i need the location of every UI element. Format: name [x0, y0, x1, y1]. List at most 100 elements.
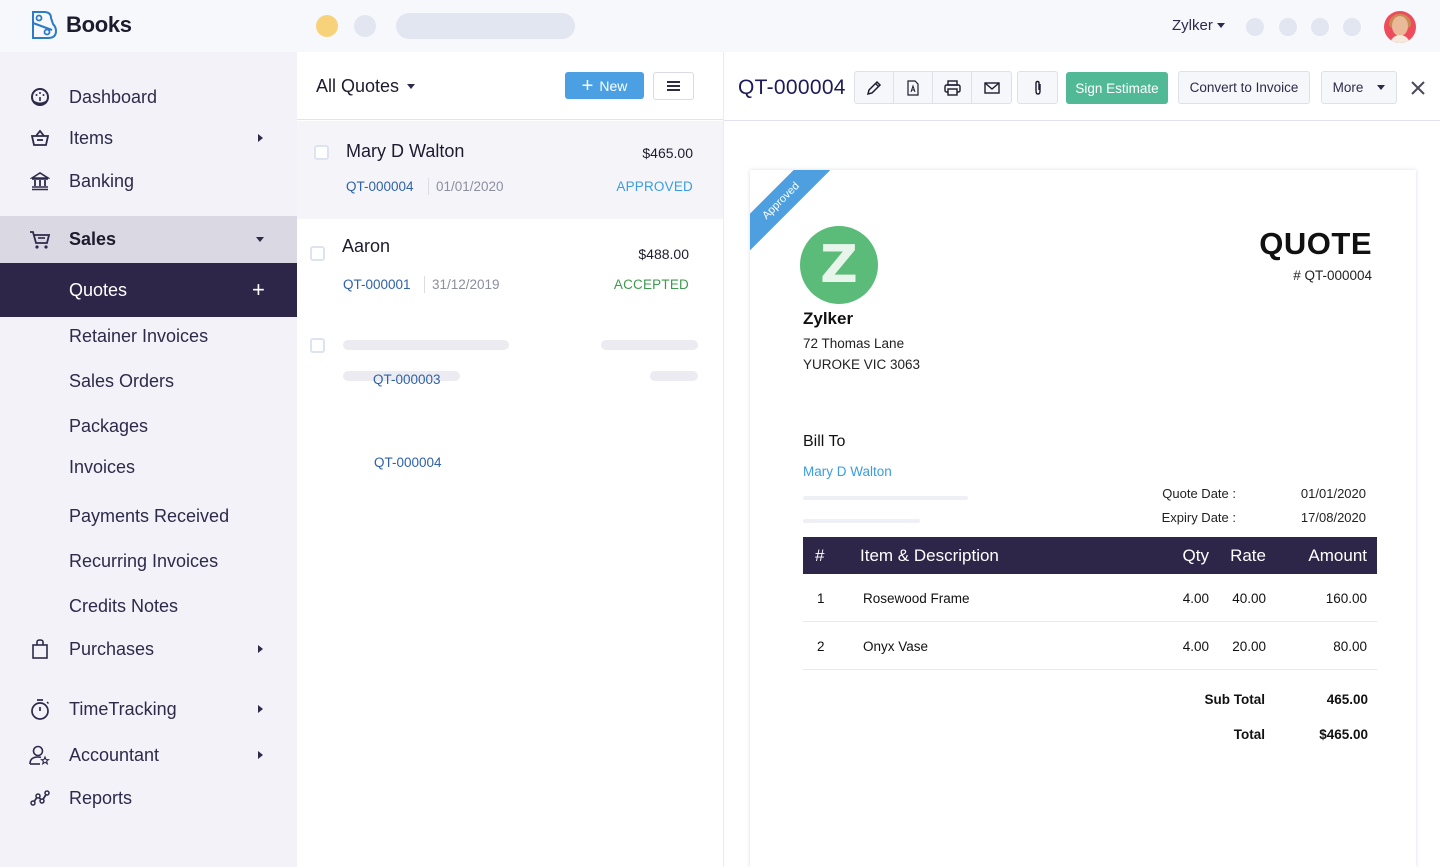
status-dot — [316, 15, 338, 37]
col-description: Item & Description — [860, 546, 999, 565]
add-quote-button[interactable]: + — [252, 277, 265, 303]
edit-button[interactable] — [855, 72, 894, 103]
topbar-icon-placeholder[interactable] — [1246, 18, 1264, 36]
sidebar-item-label: Reports — [69, 787, 133, 808]
row-checkbox[interactable] — [310, 246, 325, 261]
topbar-icon-placeholder[interactable] — [1343, 18, 1361, 36]
sidebar-item-dashboard[interactable]: Dashboard — [0, 76, 297, 118]
plus-icon: + — [581, 74, 594, 97]
cell-rate: 20.00 — [1232, 639, 1266, 654]
topbar-icon-placeholder[interactable] — [1279, 18, 1297, 36]
sign-estimate-button[interactable]: Sign Estimate — [1066, 72, 1168, 104]
list-options-button[interactable] — [653, 72, 694, 100]
sidebar-item-sales[interactable]: Sales — [0, 216, 297, 263]
pdf-button[interactable] — [894, 72, 933, 103]
sidebar-item-quotes[interactable]: Quotes + — [0, 263, 297, 317]
quote-list-item[interactable]: Aaron $488.00 QT-000001 31/12/2019 ACCEP… — [297, 219, 723, 317]
pdf-icon — [907, 79, 919, 96]
paperclip-icon — [1034, 80, 1041, 95]
sidebar-item-recurring-invoices[interactable]: Recurring Invoices — [0, 540, 297, 582]
sub-total-value: 465.00 — [1326, 692, 1368, 707]
sidebar-item-label: Packages — [69, 415, 149, 436]
sidebar-item-sales-orders[interactable]: Sales Orders — [0, 360, 297, 402]
quote-list-item-loading[interactable]: QT-000003 QT-000004 — [297, 317, 723, 497]
detail-header: QT-000004 Sign Estimate Convert to Invoi… — [724, 52, 1440, 121]
chevron-right-icon — [258, 751, 263, 759]
sidebar-item-packages[interactable]: Packages — [0, 405, 297, 447]
sidebar-item-reports[interactable]: Reports — [0, 777, 297, 819]
cell-qty: 4.00 — [1182, 639, 1209, 654]
print-button[interactable] — [933, 72, 972, 103]
quote-status: APPROVED — [616, 179, 693, 194]
table-row: 2 Onyx Vase 4.00 20.00 80.00 — [803, 622, 1377, 670]
col-rate: Rate — [1230, 546, 1266, 565]
quote-filter-dropdown[interactable]: All Quotes — [316, 76, 416, 97]
total-label: Total — [1233, 727, 1265, 742]
customer-name: Mary D Walton — [346, 141, 465, 161]
skeleton-bar — [803, 519, 920, 523]
attach-button[interactable] — [1018, 72, 1057, 103]
sidebar-item-accountant[interactable]: Accountant — [0, 734, 297, 776]
chevron-right-icon — [258, 645, 263, 653]
attachment-group — [1017, 71, 1058, 104]
topbar-icon-placeholder[interactable] — [1311, 18, 1329, 36]
convert-to-invoice-button[interactable]: Convert to Invoice — [1178, 71, 1310, 104]
sidebar-item-label: Items — [69, 127, 114, 148]
search-placeholder[interactable] — [396, 13, 575, 39]
chevron-right-icon — [258, 134, 263, 142]
email-button[interactable] — [972, 72, 1011, 103]
top-bar: Books Zylker — [0, 0, 1440, 52]
list-header: All Quotes + New — [297, 52, 723, 120]
sub-total-label: Sub Total — [1204, 692, 1266, 707]
bank-icon — [29, 170, 51, 192]
quote-list-item[interactable]: Mary D Walton $465.00 QT-000004 01/01/20… — [297, 121, 723, 219]
close-button[interactable] — [1408, 78, 1428, 98]
row-checkbox[interactable] — [314, 145, 329, 160]
sidebar-item-items[interactable]: Items — [0, 117, 297, 159]
sidebar-item-banking[interactable]: Banking — [0, 160, 297, 202]
sidebar-item-label: Accountant — [69, 744, 160, 765]
new-quote-button[interactable]: + New — [565, 72, 644, 99]
placeholder-dot — [354, 15, 376, 37]
more-dropdown[interactable]: More — [1321, 71, 1397, 104]
document-heading: QUOTE — [1259, 226, 1372, 261]
sidebar-item-credit-notes[interactable]: Credits Notes — [0, 585, 297, 627]
company-logo: Z — [800, 226, 878, 304]
col-number: # — [815, 546, 825, 565]
pencil-icon — [866, 80, 882, 95]
org-switcher[interactable]: Zylker — [1172, 17, 1225, 34]
sidebar-item-label: TimeTracking — [69, 698, 177, 719]
sidebar-item-payments-received[interactable]: Payments Received — [0, 495, 297, 537]
sidebar-item-invoices[interactable]: Invoices — [0, 446, 297, 488]
skeleton-bar — [650, 371, 698, 381]
sidebar-item-retainer-invoices[interactable]: Retainer Invoices — [0, 315, 297, 357]
row-checkbox[interactable] — [310, 338, 325, 353]
sidebar-item-label: Banking — [69, 170, 135, 191]
expiry-date-value: 17/08/2020 — [1300, 510, 1366, 525]
stopwatch-icon — [29, 698, 51, 720]
cell-rate: 40.00 — [1232, 591, 1266, 606]
quote-date-value: 01/01/2020 — [1300, 486, 1366, 501]
org-name: Zylker — [1172, 17, 1213, 34]
sidebar-item-label: Sales Orders — [69, 370, 175, 391]
reports-icon — [29, 787, 51, 809]
new-button-label: New — [599, 77, 628, 94]
quote-number: QT-000003 — [373, 372, 441, 387]
caret-down-icon — [407, 84, 416, 89]
sidebar-item-purchases[interactable]: Purchases — [0, 628, 297, 670]
user-avatar[interactable] — [1384, 11, 1416, 43]
app-logo[interactable]: Books — [30, 10, 132, 40]
divider — [424, 276, 425, 293]
logo-letter: Z — [820, 235, 858, 295]
bill-to-customer-link[interactable]: Mary D Walton — [803, 464, 892, 479]
sidebar-item-label: Invoices — [69, 456, 136, 477]
skeleton-bar — [601, 340, 698, 350]
sidebar-item-timetracking[interactable]: TimeTracking — [0, 688, 297, 730]
filter-label: All Quotes — [316, 76, 400, 96]
bill-to-label: Bill To — [803, 433, 846, 450]
quote-list-pane: All Quotes + New Mary D Walton $465.00 Q… — [297, 52, 724, 867]
skeleton-bar — [343, 340, 509, 350]
quote-document: Approved Z Zylker 72 Thomas Lane YUROKE … — [750, 170, 1416, 867]
more-label: More — [1332, 80, 1364, 95]
books-logo-icon — [32, 11, 58, 39]
